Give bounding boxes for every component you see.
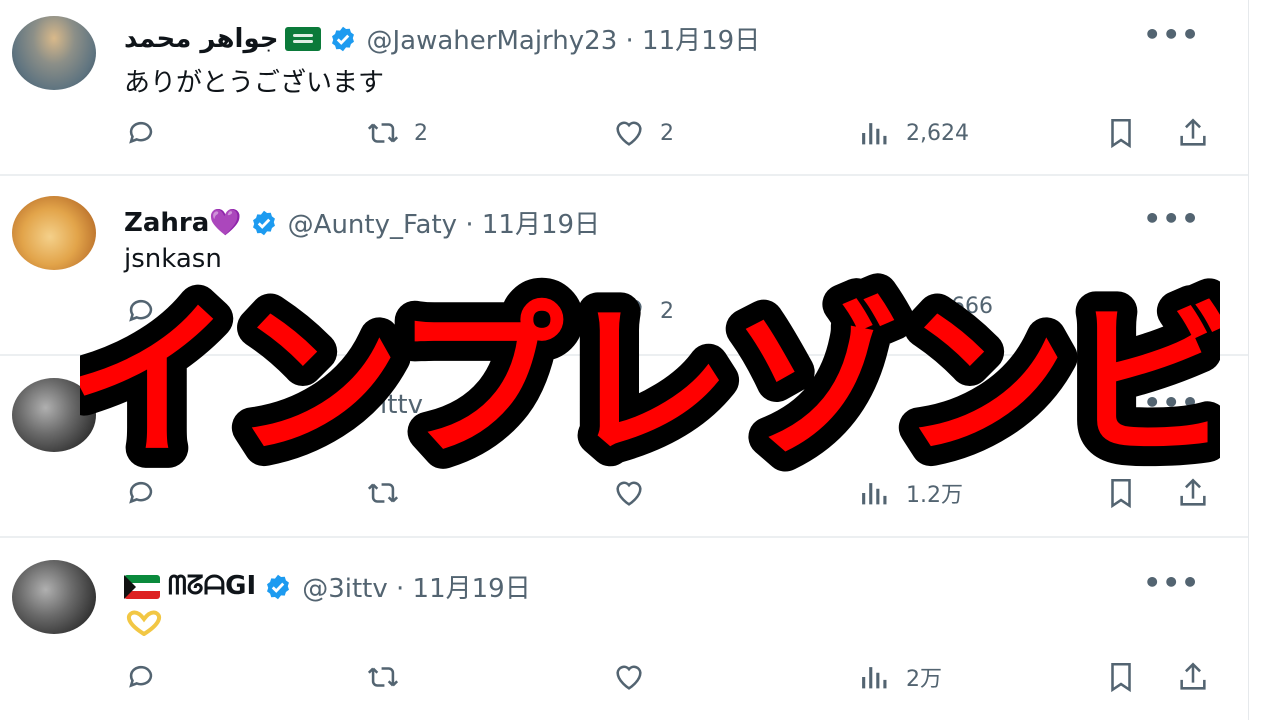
handle-and-date[interactable]: @Aunty_Faty · 11月19日	[288, 204, 600, 241]
bookmark-button[interactable]	[1104, 116, 1138, 150]
view-count: 2,624	[906, 120, 969, 146]
tweet-card[interactable]: جواهر محمد @JawaherMajrhy23 · 11月19日 •••…	[0, 0, 1248, 176]
reply-icon	[129, 121, 153, 144]
verified-badge-icon	[264, 573, 292, 601]
display-name[interactable]: ᗰᘔᗩGI	[168, 571, 256, 602]
share-button[interactable]	[1176, 116, 1210, 150]
like-button[interactable]	[612, 660, 646, 694]
reply-icon	[129, 665, 153, 688]
heart-icon	[616, 665, 642, 690]
tweet-header: ᗰᘔᗩGI @3ittv · 11月19日	[124, 568, 531, 605]
handle-and-date[interactable]: @3ittv · 11月19日	[302, 568, 531, 605]
handle-and-date[interactable]: @JawaherMajrhy23 · 11月19日	[367, 20, 761, 57]
reply-button[interactable]	[124, 116, 172, 150]
share-button[interactable]	[1176, 660, 1210, 694]
overlay-caption: インプレゾンビ インプレゾンビ	[80, 270, 1220, 490]
reply-button[interactable]	[124, 660, 158, 694]
views-chart-icon	[862, 667, 887, 689]
verified-badge-icon	[329, 25, 357, 53]
bookmark-icon	[1111, 118, 1131, 149]
views-chart-icon	[862, 123, 887, 145]
more-options-icon[interactable]: •••	[1143, 202, 1200, 235]
like-button[interactable]: 2	[612, 116, 674, 150]
saudi-flag-icon	[284, 26, 321, 51]
display-name[interactable]: Zahra	[124, 208, 209, 238]
retweet-button[interactable]	[366, 660, 400, 694]
more-options-icon[interactable]: •••	[1143, 18, 1200, 51]
retweet-icon	[367, 123, 399, 143]
retweet-count: 2	[414, 120, 428, 146]
avatar[interactable]	[12, 560, 96, 634]
tweet-header: جواهر محمد @JawaherMajrhy23 · 11月19日	[124, 20, 760, 57]
heart-hands-emoji-icon	[124, 610, 164, 643]
share-icon	[1180, 662, 1206, 690]
more-options-icon[interactable]: •••	[1143, 566, 1200, 599]
views-button[interactable]: 2,624	[858, 116, 969, 150]
bookmark-button[interactable]	[1104, 660, 1138, 694]
action-bar: 2万	[0, 660, 1248, 700]
verified-badge-icon	[250, 209, 278, 237]
bookmark-icon	[1111, 662, 1131, 693]
action-bar: 2 2 2,624	[0, 116, 1248, 156]
tweet-card[interactable]: ᗰᘔᗩGI @3ittv · 11月19日 ••• 2万	[0, 538, 1248, 720]
view-count: 2万	[906, 667, 942, 692]
views-button[interactable]: 2万	[858, 660, 942, 694]
tweet-text: ありがとうございます	[124, 68, 385, 98]
share-icon	[1180, 118, 1206, 146]
tweet-header: Zahra 💜 @Aunty_Faty · 11月19日	[124, 204, 600, 241]
overlay-text: インプレゾンビ	[80, 284, 1220, 480]
retweet-icon	[367, 667, 399, 687]
avatar[interactable]	[12, 196, 96, 270]
heart-icon	[616, 121, 642, 146]
display-name[interactable]: جواهر محمد	[124, 24, 279, 54]
avatar[interactable]	[12, 16, 96, 90]
purple-heart-icon: 💜	[209, 207, 242, 238]
kuwait-flag-icon	[124, 574, 160, 599]
retweet-button[interactable]: 2	[366, 116, 428, 150]
like-count: 2	[660, 120, 674, 146]
